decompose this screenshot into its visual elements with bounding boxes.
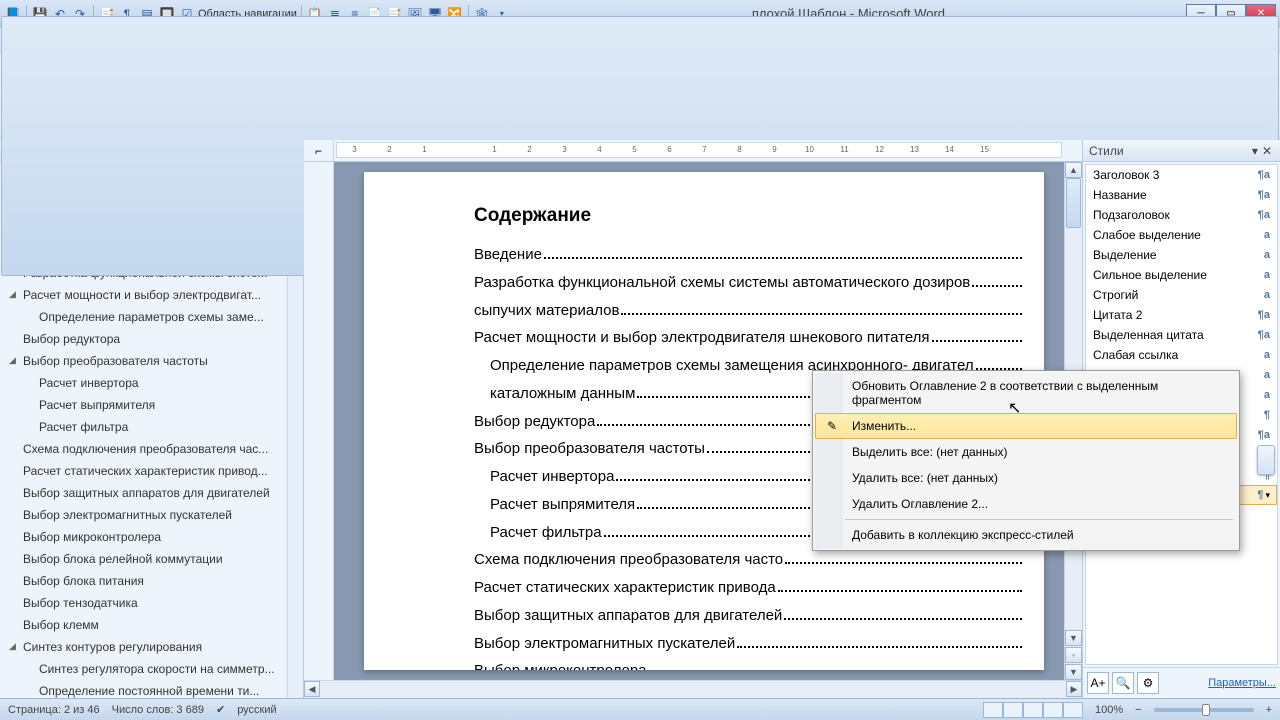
toc-line[interactable]: Введение bbox=[474, 241, 1024, 269]
tree-item[interactable]: Расчет выпрямителя bbox=[2, 394, 285, 416]
tree-item[interactable]: Расчет фильтра bbox=[2, 416, 285, 438]
style-row[interactable]: Слабая ссылкаa bbox=[1086, 345, 1277, 365]
style-row[interactable]: Название¶a bbox=[1086, 185, 1277, 205]
status-proof-icon[interactable]: ✔ bbox=[216, 703, 225, 716]
nav-scrollbar[interactable]: ▲ bbox=[287, 218, 303, 698]
ctx-add-gallery[interactable]: Добавить в коллекцию экспресс-стилей bbox=[815, 522, 1237, 548]
tree-item[interactable]: ◢Синтез контуров регулирования bbox=[2, 636, 285, 658]
horizontal-ruler[interactable]: 321123456789101112131415 bbox=[336, 142, 1062, 158]
toc-line[interactable]: Разработка функциональной схемы системы … bbox=[474, 269, 1024, 297]
nav-tree: ▲ ВведениеРазработка функциональной схем… bbox=[0, 218, 287, 698]
styles-title: Стили bbox=[1089, 144, 1124, 158]
tree-item[interactable]: Выбор электромагнитных пускателей bbox=[2, 504, 285, 526]
styles-slider-thumb[interactable] bbox=[1257, 445, 1275, 475]
navigation-pane: Навигация ▾ ✕ 🔍▾ ▤ ▦ ▥ ▲ ▼ ▲ ВведениеРаз… bbox=[0, 140, 304, 698]
manage-styles-button[interactable]: ⚙ bbox=[1137, 672, 1159, 694]
zoom-slider[interactable] bbox=[1154, 708, 1254, 712]
toc-line[interactable]: Выбор микроконтролера bbox=[474, 657, 1024, 670]
tree-item[interactable]: Расчет инвертора bbox=[2, 372, 285, 394]
tree-item[interactable]: Выбор микроконтролера bbox=[2, 526, 285, 548]
style-row[interactable]: Слабое выделениеa bbox=[1086, 225, 1277, 245]
style-row[interactable]: Подзаголовок¶a bbox=[1086, 205, 1277, 225]
toc-line[interactable]: Выбор электромагнитных пускателей bbox=[474, 630, 1024, 658]
ruler-corner[interactable]: ⌐ bbox=[304, 140, 334, 161]
ctx-select-all[interactable]: Выделить все: (нет данных) bbox=[815, 439, 1237, 465]
nav-tree-container: ▲ ВведениеРазработка функциональной схем… bbox=[0, 218, 303, 698]
status-zoom[interactable]: 100% bbox=[1095, 704, 1123, 716]
params-link[interactable]: Параметры... bbox=[1208, 677, 1276, 689]
context-menu: Обновить Оглавление 2 в соответствии с в… bbox=[812, 370, 1240, 551]
tree-item[interactable]: Выбор тензодатчика bbox=[2, 592, 285, 614]
status-lang[interactable]: русский bbox=[237, 704, 276, 716]
style-row[interactable]: Выделенная цитата¶a bbox=[1086, 325, 1277, 345]
style-row[interactable]: Строгийa bbox=[1086, 285, 1277, 305]
horizontal-scrollbar[interactable]: ◀ ▶ bbox=[304, 680, 1082, 698]
toc-line[interactable]: Расчет статических характеристик привода bbox=[474, 574, 1024, 602]
doc-heading: Содержание bbox=[474, 198, 1024, 233]
tree-item[interactable]: Выбор блока релейной коммутации bbox=[2, 548, 285, 570]
view-print-layout[interactable] bbox=[983, 702, 1003, 718]
tree-item[interactable]: Определение постоянной времени ти... bbox=[2, 680, 285, 698]
ctx-remove-all[interactable]: Удалить все: (нет данных) bbox=[815, 465, 1237, 491]
toc-line-cont[interactable]: сыпучих материалов bbox=[474, 297, 1024, 325]
tree-item[interactable]: Расчет статических характеристик привод.… bbox=[2, 460, 285, 482]
tree-item[interactable]: Определение параметров схемы заме... bbox=[2, 306, 285, 328]
tree-item[interactable]: Схема подключения преобразователя час... bbox=[2, 438, 285, 460]
style-row[interactable]: Цитата 2¶a bbox=[1086, 305, 1277, 325]
tree-item[interactable]: Выбор клемм bbox=[2, 614, 285, 636]
style-row[interactable]: Выделениеa bbox=[1086, 245, 1277, 265]
tree-item[interactable]: Синтез регулятора скорости на симметр... bbox=[2, 658, 285, 680]
style-row[interactable]: Заголовок 3¶a bbox=[1086, 165, 1277, 185]
view-outline[interactable] bbox=[1043, 702, 1063, 718]
modify-icon: ✎ bbox=[824, 418, 840, 434]
status-page[interactable]: Страница: 2 из 46 bbox=[8, 704, 100, 716]
view-full-reading[interactable] bbox=[1003, 702, 1023, 718]
styles-dropdown-icon[interactable]: ▾ bbox=[1250, 144, 1260, 158]
style-inspector-button[interactable]: 🔍 bbox=[1112, 672, 1134, 694]
zoom-in-button[interactable]: + bbox=[1266, 704, 1272, 716]
toc-line[interactable]: Расчет мощности и выбор электродвигателя… bbox=[474, 324, 1024, 352]
view-buttons bbox=[983, 702, 1083, 718]
tree-item[interactable]: Выбор защитных аппаратов для двигателей bbox=[2, 482, 285, 504]
view-draft[interactable] bbox=[1063, 702, 1083, 718]
tree-item[interactable]: ◢Выбор преобразователя частоты bbox=[2, 350, 285, 372]
toc-line[interactable]: Выбор защитных аппаратов для двигателей bbox=[474, 602, 1024, 630]
style-row[interactable]: Сильное выделениеa bbox=[1086, 265, 1277, 285]
styles-footer: A+ 🔍 ⚙ Параметры... bbox=[1083, 667, 1280, 698]
status-words[interactable]: Число слов: 3 689 bbox=[112, 704, 204, 716]
tree-item[interactable]: ◢Расчет мощности и выбор электродвигат..… bbox=[2, 284, 285, 306]
ctx-modify[interactable]: ✎Изменить... bbox=[815, 413, 1237, 439]
styles-header: Стили ▾ ✕ bbox=[1083, 140, 1280, 162]
vertical-ruler[interactable] bbox=[304, 162, 334, 680]
view-web[interactable] bbox=[1023, 702, 1043, 718]
new-style-button[interactable]: A+ bbox=[1087, 672, 1109, 694]
tree-item[interactable]: Выбор редуктора bbox=[2, 328, 285, 350]
tree-item[interactable]: Выбор блока питания bbox=[2, 570, 285, 592]
ctx-delete-style[interactable]: Удалить Оглавление 2... bbox=[815, 491, 1237, 517]
ruler-row: ⌐ 321123456789101112131415 bbox=[304, 140, 1082, 162]
statusbar: Страница: 2 из 46 Число слов: 3 689 ✔ ру… bbox=[0, 698, 1280, 720]
ctx-update-match[interactable]: Обновить Оглавление 2 в соответствии с в… bbox=[815, 373, 1237, 413]
zoom-out-button[interactable]: − bbox=[1135, 704, 1141, 716]
styles-close-icon[interactable]: ✕ bbox=[1260, 144, 1274, 158]
